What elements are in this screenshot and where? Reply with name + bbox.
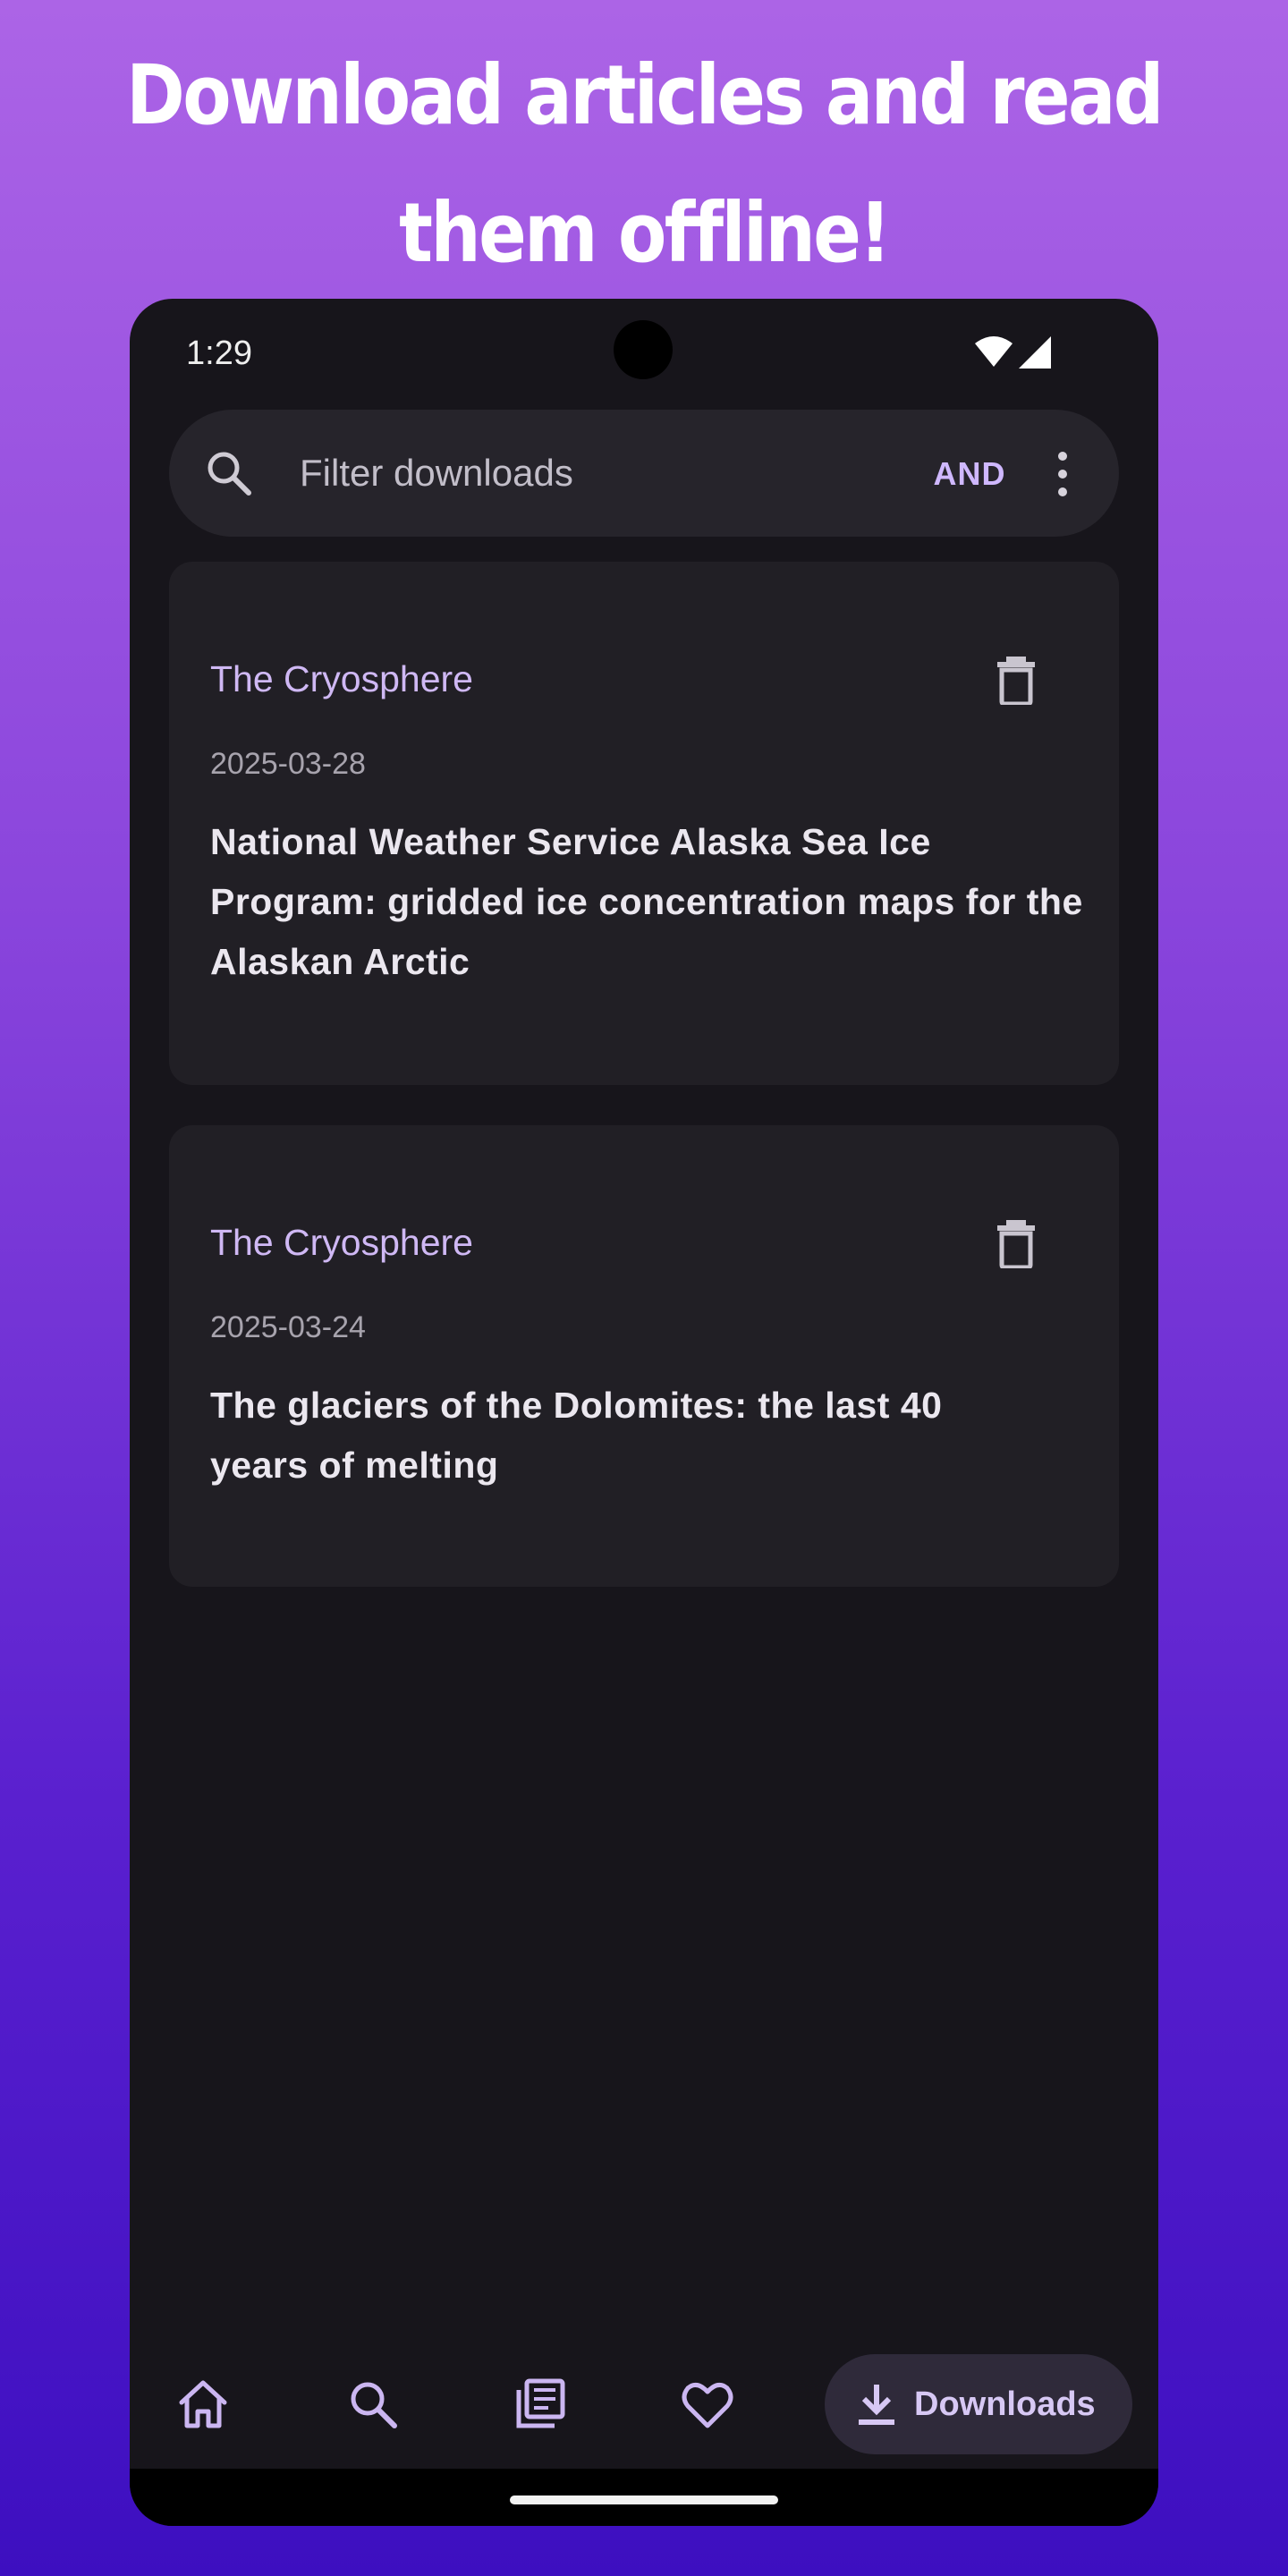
- promo-line-1: Download articles and read: [126, 47, 1164, 143]
- and-filter-toggle[interactable]: AND: [902, 447, 1037, 501]
- status-bar: 1:29: [130, 299, 1158, 404]
- home-icon[interactable]: [174, 2376, 232, 2433]
- search-bar[interactable]: AND: [169, 410, 1119, 537]
- journal-name: The Cryosphere: [210, 658, 473, 699]
- download-icon: [859, 2385, 894, 2425]
- status-icons: [974, 335, 1053, 370]
- download-card[interactable]: The Cryosphere 2025-03-28 National Weath…: [169, 562, 1119, 1085]
- wifi-icon: [975, 336, 1013, 367]
- more-vert-icon[interactable]: [1049, 447, 1076, 501]
- nav-downloads-label: Downloads: [914, 2385, 1096, 2423]
- download-card[interactable]: The Cryosphere 2025-03-24 The glaciers o…: [169, 1125, 1119, 1587]
- bottom-navigation: Downloads: [130, 2338, 1158, 2472]
- filter-downloads-input[interactable]: [300, 444, 801, 503]
- article-title: National Weather Service Alaska Sea Ice …: [210, 821, 1083, 982]
- article-date: 2025-03-24: [210, 1310, 366, 1344]
- delete-icon[interactable]: [994, 655, 1038, 705]
- article-title: The glaciers of the Dolomites: the last …: [210, 1385, 943, 1486]
- camera-cutout: [614, 320, 673, 379]
- promo-line-2: them offline!: [399, 185, 891, 281]
- article-date: 2025-03-28: [210, 747, 366, 781]
- journal-name: The Cryosphere: [210, 1222, 473, 1263]
- search-icon[interactable]: [203, 447, 255, 499]
- feed-icon[interactable]: [512, 2376, 569, 2433]
- gesture-handle[interactable]: [510, 2496, 778, 2504]
- promo-headline: Download articles and read them offline!: [90, 27, 1198, 302]
- status-time: 1:29: [186, 335, 252, 372]
- search-icon[interactable]: [344, 2376, 402, 2433]
- delete-icon[interactable]: [994, 1218, 1038, 1268]
- nav-downloads-tab[interactable]: Downloads: [825, 2354, 1132, 2454]
- phone-frame: 1:29 AND The Cryosphere: [130, 299, 1158, 2526]
- signal-icon: [1019, 336, 1051, 369]
- favorites-icon[interactable]: [679, 2376, 736, 2433]
- gesture-bar: [130, 2469, 1158, 2526]
